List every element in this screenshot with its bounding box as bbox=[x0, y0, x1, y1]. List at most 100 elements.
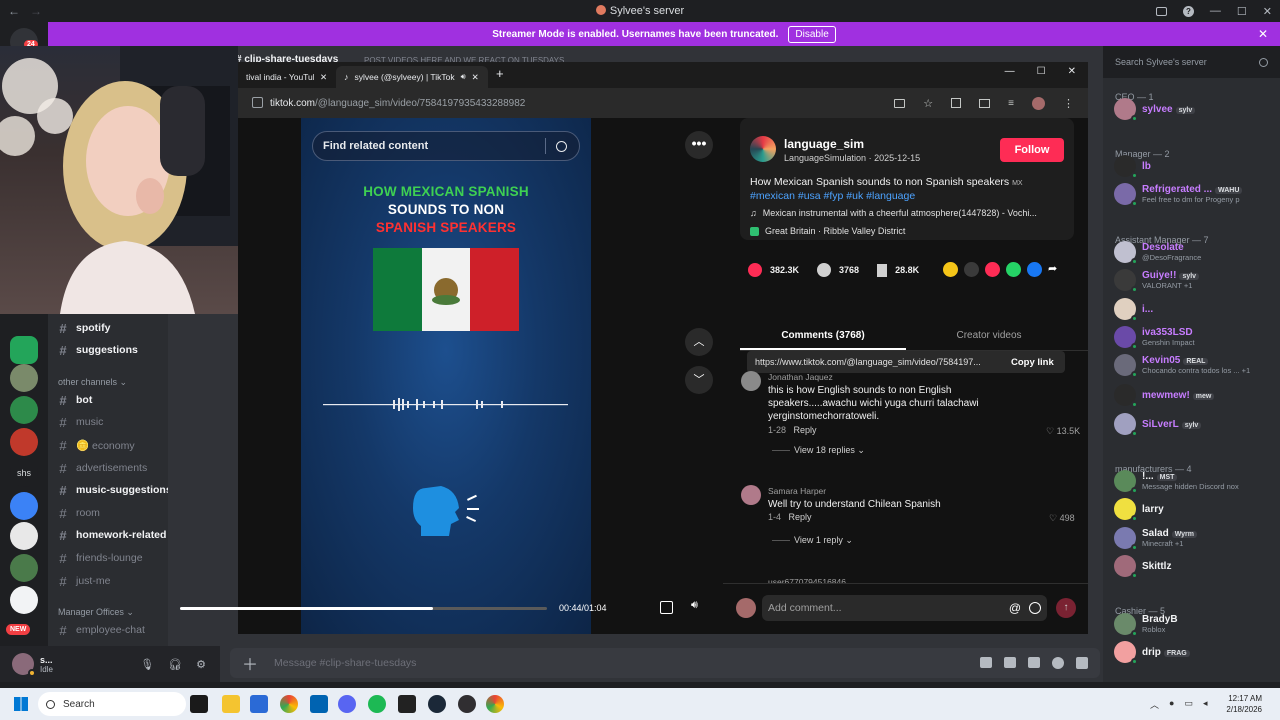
find-related-search[interactable]: Find related content bbox=[312, 131, 580, 161]
member-item[interactable]: sylvee sylv bbox=[1114, 97, 1279, 122]
disable-button[interactable]: Disable bbox=[788, 25, 836, 43]
channel-bot[interactable]: # bot bbox=[56, 391, 176, 409]
share-arrow-icon[interactable]: ➦ bbox=[1048, 262, 1057, 277]
maximize-icon[interactable]: ☐ bbox=[1037, 66, 1046, 77]
post-comment-button[interactable]: ↑ bbox=[1056, 598, 1076, 618]
chrome-icon[interactable] bbox=[486, 695, 504, 713]
more-options-button[interactable]: ••• bbox=[685, 131, 713, 159]
heart-icon[interactable] bbox=[748, 263, 762, 277]
split-view-icon[interactable] bbox=[979, 98, 991, 108]
author-avatar[interactable] bbox=[750, 136, 776, 162]
send-icon[interactable] bbox=[985, 262, 1000, 277]
server-icon[interactable] bbox=[10, 554, 38, 582]
member-item[interactable]: Guiye!! sylv VALORANT +1 bbox=[1114, 268, 1279, 293]
chevron-up-icon[interactable]: ︿ bbox=[1150, 698, 1159, 711]
gif-icon[interactable] bbox=[1004, 657, 1016, 668]
add-attachment-icon[interactable]: ＋ bbox=[242, 651, 258, 675]
member-item[interactable]: drip FRAG bbox=[1114, 640, 1279, 665]
new-badge[interactable]: NEW bbox=[6, 624, 31, 635]
follow-button[interactable]: Follow bbox=[1000, 138, 1064, 162]
server-icon[interactable] bbox=[10, 396, 38, 424]
emoji-icon[interactable] bbox=[1052, 657, 1064, 669]
channel-room[interactable]: # room bbox=[56, 504, 176, 522]
channel-homework-related[interactable]: # homework-related bbox=[56, 526, 176, 544]
close-icon[interactable]: ✕ bbox=[1258, 27, 1268, 41]
video-player[interactable]: HOW MEXICAN SPANISH SOUNDS TO NON SPANIS… bbox=[301, 118, 591, 634]
chrome-icon[interactable] bbox=[280, 695, 298, 713]
close-icon[interactable]: ✕ bbox=[1263, 5, 1272, 18]
spotify-icon[interactable] bbox=[368, 695, 386, 713]
microphone-icon[interactable]: 🎙︎ bbox=[140, 658, 154, 671]
view-replies-button[interactable]: View 1 reply ⌄ bbox=[794, 535, 853, 546]
channel-spotify[interactable]: # spotify bbox=[56, 319, 176, 337]
share-url[interactable]: https://www.tiktok.com/@language_sim/vid… bbox=[755, 357, 999, 367]
member-item[interactable]: Kevin05 REAL Chocando contra todos los ...… bbox=[1114, 353, 1279, 378]
capcut-icon[interactable] bbox=[398, 695, 416, 713]
member-item[interactable]: iva353LSD Genshin Impact bbox=[1114, 325, 1279, 350]
music-line[interactable]: ♫ Mexican instrumental with a cheerful a… bbox=[750, 208, 1070, 218]
comment-author[interactable]: Jonathan Jaquez bbox=[768, 372, 833, 382]
profile-avatar[interactable] bbox=[1032, 96, 1045, 110]
channel-employee-chat[interactable]: # employee-chat bbox=[56, 621, 176, 639]
url-text[interactable]: tiktok.com/@language_sim/video/758419793… bbox=[270, 98, 525, 109]
channel-music-suggestions[interactable]: # music-suggestions bbox=[56, 481, 176, 499]
hashtags[interactable]: #mexican #usa #fyp #uk #language bbox=[750, 190, 915, 202]
member-item[interactable]: Desolate @DesoFragrance bbox=[1114, 240, 1279, 265]
taskbar-search[interactable]: Search bbox=[38, 692, 186, 716]
maximize-icon[interactable]: ☐ bbox=[1237, 5, 1247, 18]
taskbar-app-icon[interactable] bbox=[310, 695, 328, 713]
tab-creator-videos[interactable]: Creator videos bbox=[906, 330, 1072, 341]
headphones-icon[interactable]: 🎧︎ bbox=[168, 658, 182, 671]
store-icon[interactable] bbox=[250, 695, 268, 713]
close-icon[interactable]: ✕ bbox=[1068, 66, 1076, 77]
channel-suggestions[interactable]: # suggestions bbox=[56, 341, 176, 359]
microphone-icon[interactable]: ● bbox=[1169, 698, 1174, 711]
emoji-icon[interactable] bbox=[1029, 602, 1041, 614]
tab-youtube[interactable]: tival india - YouTub ✕ bbox=[238, 66, 336, 88]
address-bar[interactable]: tiktok.com/@language_sim/video/758419793… bbox=[238, 88, 1088, 118]
volume-icon[interactable]: 🔊︎ bbox=[691, 599, 698, 612]
server-icon[interactable] bbox=[10, 364, 38, 392]
member-item[interactable]: Skittlz bbox=[1114, 554, 1279, 579]
channel-just-me[interactable]: # just-me bbox=[56, 572, 176, 590]
member-item[interactable]: Refrigerated ... WAHU Feel free to dm for … bbox=[1114, 182, 1279, 207]
file-explorer-icon[interactable] bbox=[222, 695, 240, 713]
copy-link-button[interactable]: Copy link bbox=[1011, 357, 1054, 368]
member-item[interactable]: lb bbox=[1114, 154, 1279, 179]
member-item[interactable]: i... bbox=[1114, 297, 1279, 322]
search-icon[interactable] bbox=[1259, 57, 1268, 67]
server-icon[interactable] bbox=[10, 586, 38, 614]
minimize-icon[interactable]: — bbox=[1005, 66, 1015, 77]
site-info-icon[interactable] bbox=[252, 97, 263, 108]
avatar[interactable] bbox=[741, 371, 761, 391]
member-item[interactable]: SiLverL sylv bbox=[1114, 412, 1279, 437]
location-line[interactable]: Great Britain · Ribble Valley District bbox=[750, 226, 905, 236]
whatsapp-icon[interactable] bbox=[1006, 262, 1021, 277]
reply-button[interactable]: Reply bbox=[794, 425, 817, 435]
inbox-icon[interactable] bbox=[1155, 6, 1167, 16]
add-comment-input[interactable]: Add comment... @ bbox=[762, 595, 1047, 621]
video-progress-bar[interactable] bbox=[180, 607, 547, 610]
minimize-icon[interactable]: — bbox=[1210, 5, 1221, 17]
member-item[interactable]: Salad Wyrm Minecraft +1 bbox=[1114, 526, 1279, 551]
media-controls-icon[interactable]: ≡ bbox=[1008, 98, 1014, 109]
steam-icon[interactable] bbox=[428, 695, 446, 713]
member-item[interactable]: mewmew! mew bbox=[1114, 383, 1279, 408]
view-replies-button[interactable]: View 18 replies ⌄ bbox=[794, 445, 865, 456]
embed-icon[interactable] bbox=[964, 262, 979, 277]
comment-icon[interactable] bbox=[817, 263, 832, 277]
member-item[interactable]: BradyB Roblox bbox=[1114, 612, 1279, 637]
category-manager-offices[interactable]: Manager Offices ⌄ bbox=[58, 607, 134, 618]
network-icon[interactable]: ▭ bbox=[1184, 698, 1193, 711]
mention-icon[interactable]: @ bbox=[1009, 601, 1021, 615]
search-icon[interactable] bbox=[556, 140, 567, 152]
comment-likes[interactable]: ♡ 13.5K bbox=[1046, 426, 1080, 437]
sticker-icon[interactable] bbox=[1028, 657, 1040, 668]
next-video-button[interactable]: ﹀ bbox=[685, 366, 713, 394]
help-icon[interactable]: ? bbox=[1182, 5, 1194, 17]
reply-button[interactable]: Reply bbox=[789, 512, 812, 522]
new-tab-button[interactable]: + bbox=[496, 66, 504, 81]
comment-author[interactable]: Samara Harper bbox=[768, 486, 826, 496]
close-tab-icon[interactable]: ✕ bbox=[472, 72, 479, 83]
avatar[interactable] bbox=[741, 485, 761, 505]
